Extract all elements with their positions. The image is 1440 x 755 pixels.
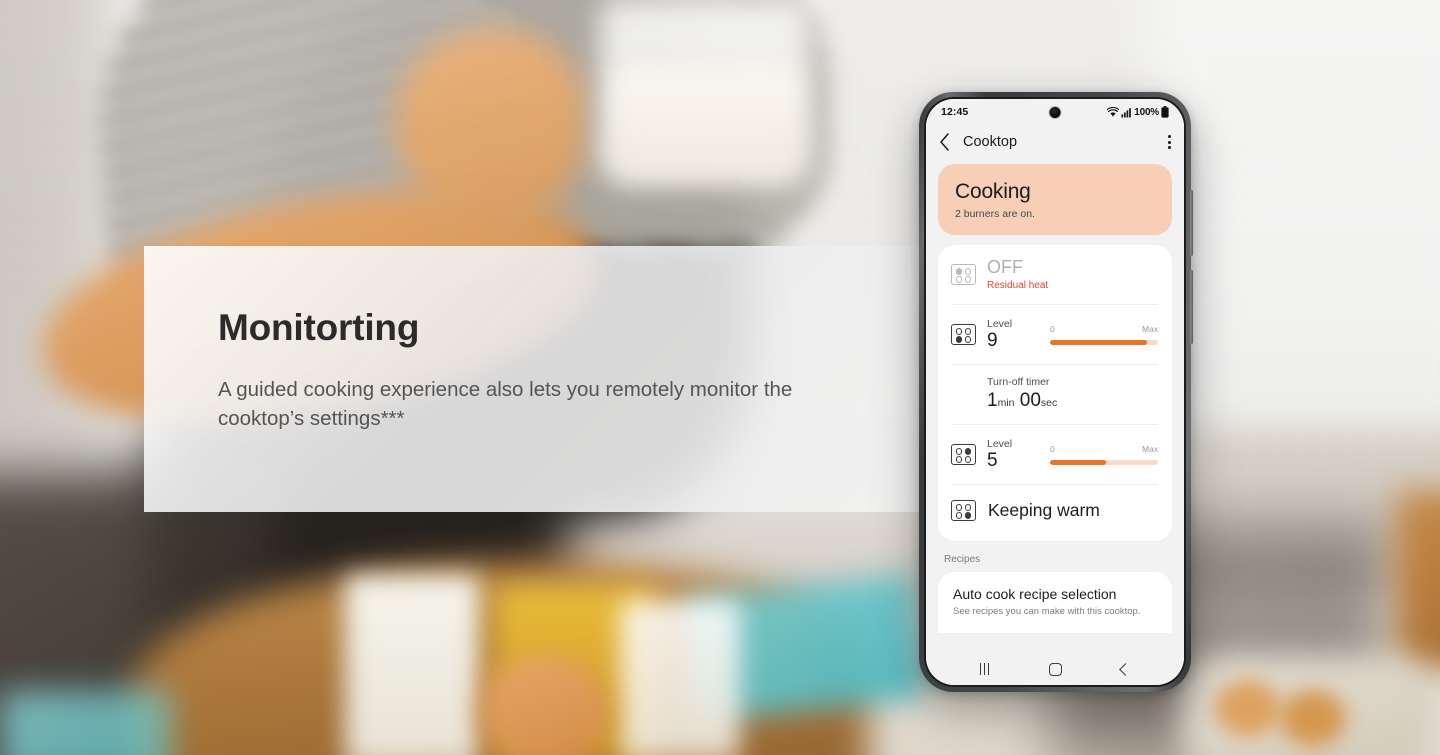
keeping-warm-label: Keeping warm (988, 499, 1100, 520)
power-button[interactable] (1190, 270, 1193, 344)
residual-heat-label: Residual heat (987, 279, 1049, 291)
cooking-status-title: Cooking (955, 180, 1031, 203)
burner-row-keeping-warm[interactable]: Keeping warm (938, 485, 1172, 537)
page-title: Monitorting (218, 307, 420, 348)
page-description: A guided cooking experience also lets yo… (218, 377, 793, 430)
burner-row-off[interactable]: OFF Residual heat (938, 245, 1172, 304)
battery-full-icon (1161, 106, 1169, 118)
cooking-status-card[interactable]: Cooking 2 burners are on. (938, 164, 1172, 235)
status-bar-indicators: 100% (1107, 106, 1169, 118)
home-icon[interactable] (1048, 662, 1062, 676)
turn-off-timer-value: 1min 00sec (987, 390, 1158, 412)
page-root: Monitorting A guided cooking experience … (0, 0, 1440, 755)
wifi-icon (1107, 106, 1120, 117)
recipe-item-subtitle: See recipes you can make with this cookt… (953, 605, 1141, 617)
timer-minutes-unit: min (997, 396, 1015, 409)
timer-minutes: 1 (987, 389, 998, 411)
burner-state-label: OFF (987, 257, 1023, 277)
phone-bezel: 12:45 100% Cooktop Cooking 2 burners are… (924, 97, 1186, 687)
slider-max-label: Max (1141, 443, 1158, 454)
cooktop-burner-icon (951, 323, 976, 345)
back-icon[interactable] (1119, 662, 1133, 676)
burner-level-label: Level (987, 437, 1013, 450)
cooktop-burner-icon (951, 499, 976, 521)
status-bar: 12:45 100% (926, 99, 1184, 125)
timer-seconds-unit: sec (1040, 396, 1058, 409)
battery-percent-label: 100% (1134, 106, 1159, 118)
timer-seconds: 00 (1019, 389, 1041, 411)
burner-level-label: Level (987, 317, 1013, 330)
slider-scale: 0 Max (1050, 324, 1158, 334)
burner-off-info: OFF Residual heat (987, 258, 1158, 291)
slider-scale: 0 Max (1050, 444, 1158, 454)
slider-min-label: 0 (1050, 443, 1055, 454)
slider-fill (1050, 339, 1148, 345)
cellular-signal-icon (1121, 107, 1132, 117)
volume-rocker-button[interactable] (1190, 190, 1193, 256)
android-nav-bar (926, 653, 1184, 685)
app-bar: Cooktop (926, 125, 1184, 159)
slider-min-label: 0 (1050, 323, 1055, 334)
auto-cook-recipe-item[interactable]: Auto cook recipe selection See recipes y… (938, 571, 1172, 633)
status-bar-time: 12:45 (941, 106, 969, 118)
cooktop-burner-icon (951, 443, 976, 465)
back-chevron-icon[interactable] (939, 133, 950, 151)
slider-track[interactable] (1050, 339, 1158, 345)
cooktop-burner-icon (951, 263, 976, 285)
burner-level-info: Level 5 (987, 438, 1039, 471)
slider-fill (1050, 459, 1107, 465)
recipes-section-label: Recipes (944, 553, 981, 565)
phone-mockup: 12:45 100% Cooktop Cooking 2 burners are… (919, 92, 1193, 692)
turn-off-timer-label: Turn-off timer (987, 375, 1050, 388)
burner-level-value: 9 (987, 329, 998, 351)
turn-off-timer-row[interactable]: Turn-off timer 1min 00sec (938, 365, 1172, 424)
kebab-menu-icon[interactable] (1168, 135, 1171, 149)
burner-level-slider[interactable]: 0 Max (1050, 324, 1158, 345)
cooking-status-subtitle: 2 burners are on. (955, 208, 1035, 220)
burner-row-level-5[interactable]: Level 5 0 Max (938, 425, 1172, 484)
burner-level-slider[interactable]: 0 Max (1050, 444, 1158, 465)
app-content: Cooking 2 burners are on. OFF Residual h… (926, 159, 1184, 653)
slider-max-label: Max (1141, 323, 1158, 334)
hero-text-panel: Monitorting A guided cooking experience … (144, 246, 924, 512)
app-bar-title: Cooktop (963, 134, 1018, 150)
burner-row-level-9[interactable]: Level 9 0 Max (938, 305, 1172, 364)
burner-level-value: 5 (987, 449, 998, 471)
front-camera-icon (1049, 107, 1061, 118)
burner-level-info: Level 9 (987, 318, 1039, 351)
burner-list-card: OFF Residual heat Level 9 0 Max Turn-off… (938, 245, 1172, 541)
recents-icon[interactable] (979, 663, 990, 675)
slider-track[interactable] (1050, 459, 1158, 465)
phone-screen: 12:45 100% Cooktop Cooking 2 burners are… (926, 99, 1184, 685)
recipe-item-title: Auto cook recipe selection (953, 585, 1117, 602)
